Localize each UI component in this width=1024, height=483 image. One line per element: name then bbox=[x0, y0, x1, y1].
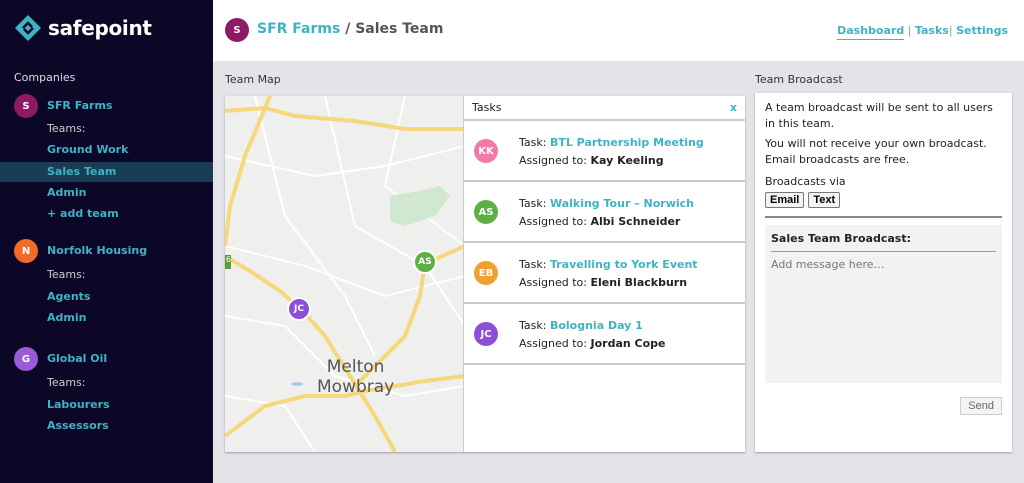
company-name[interactable]: SFR Farms bbox=[47, 99, 112, 112]
task-label: Task: bbox=[519, 258, 550, 271]
assignee-avatar: EB bbox=[474, 261, 498, 285]
company-avatar: S bbox=[225, 18, 249, 42]
company-name[interactable]: Global Oil bbox=[47, 352, 107, 365]
message-input[interactable] bbox=[771, 257, 996, 273]
town-label: MeltonMowbray bbox=[317, 357, 394, 397]
task-item[interactable]: JC Task: Bolognia Day 1 Assigned to: Jor… bbox=[464, 304, 745, 365]
breadcrumb-team: Sales Team bbox=[355, 21, 443, 37]
task-title-link[interactable]: Bolognia Day 1 bbox=[550, 319, 643, 332]
nav-separator: | bbox=[908, 24, 912, 37]
assigned-label: Assigned to: bbox=[519, 154, 591, 167]
sidebar: safepoint Companies S SFR Farms Teams: G… bbox=[0, 0, 213, 483]
road-number-badge: 6 bbox=[225, 255, 231, 269]
assigned-label: Assigned to: bbox=[519, 276, 591, 289]
town-label-line2: Mowbray bbox=[317, 377, 394, 397]
task-title-link[interactable]: Travelling to York Event bbox=[550, 258, 698, 271]
sidebar-item-agents[interactable]: Agents bbox=[0, 287, 213, 307]
assignee-avatar: KK bbox=[474, 139, 498, 163]
team-map-heading: Team Map bbox=[225, 73, 281, 86]
message-box: Sales Team Broadcast: bbox=[765, 225, 1002, 383]
breadcrumb-company-link[interactable]: SFR Farms bbox=[257, 21, 340, 37]
assignee-avatar: JC bbox=[474, 322, 498, 346]
teams-label: Teams: bbox=[0, 373, 213, 393]
assignee-name: Albi Schneider bbox=[591, 215, 681, 228]
company-avatar: G bbox=[14, 347, 38, 371]
top-nav: Dashboard | Tasks| Settings bbox=[837, 24, 1008, 37]
broadcast-via-label: Broadcasts via bbox=[765, 174, 1002, 190]
close-icon[interactable]: x bbox=[730, 101, 737, 114]
broadcast-info: You will not receive your own broadcast. bbox=[765, 136, 1002, 152]
email-button[interactable]: Email bbox=[765, 192, 804, 208]
message-box-title: Sales Team Broadcast: bbox=[771, 231, 996, 252]
sidebar-item-sales-team[interactable]: Sales Team bbox=[0, 162, 213, 182]
tasks-panel: Tasks x KK Task: BTL Partnership Meeting … bbox=[463, 96, 745, 452]
breadcrumb-separator: / bbox=[340, 21, 355, 37]
sidebar-item-admin[interactable]: Admin bbox=[0, 183, 213, 203]
nav-dashboard[interactable]: Dashboard bbox=[837, 24, 904, 40]
sidebar-item-admin[interactable]: Admin bbox=[0, 308, 213, 328]
assigned-label: Assigned to: bbox=[519, 337, 591, 350]
task-label: Task: bbox=[519, 136, 550, 149]
breadcrumb: SFR Farms / Sales Team bbox=[257, 21, 443, 37]
map-marker-jc[interactable]: JC bbox=[287, 297, 311, 321]
task-title-link[interactable]: Walking Tour – Norwich bbox=[550, 197, 694, 210]
company-avatar: S bbox=[14, 94, 38, 118]
task-item[interactable]: EB Task: Travelling to York Event Assign… bbox=[464, 243, 745, 304]
header: S SFR Farms / Sales Team Dashboard | Tas… bbox=[213, 0, 1024, 61]
send-button[interactable]: Send bbox=[960, 397, 1002, 415]
task-item[interactable]: AS Task: Walking Tour – Norwich Assigned… bbox=[464, 182, 745, 243]
assigned-label: Assigned to: bbox=[519, 215, 591, 228]
divider bbox=[765, 216, 1002, 218]
broadcast-info: A team broadcast will be sent to all use… bbox=[765, 100, 1002, 132]
sidebar-item-labourers[interactable]: Labourers bbox=[0, 395, 213, 415]
nav-separator: | bbox=[949, 24, 953, 37]
text-button[interactable]: Text bbox=[808, 192, 840, 208]
sidebar-item-assessors[interactable]: Assessors bbox=[0, 416, 213, 436]
map-marker-as[interactable]: AS bbox=[413, 250, 437, 274]
safepoint-logo-icon bbox=[14, 14, 42, 42]
logo[interactable]: safepoint bbox=[14, 14, 152, 42]
nav-settings[interactable]: Settings bbox=[956, 24, 1008, 37]
company-name[interactable]: Norfolk Housing bbox=[47, 244, 147, 257]
town-label-line1: Melton bbox=[317, 357, 394, 377]
team-broadcast-heading: Team Broadcast bbox=[755, 73, 843, 86]
assignee-name: Kay Keeling bbox=[591, 154, 664, 167]
assignee-avatar: AS bbox=[474, 200, 498, 224]
assignee-name: Eleni Blackburn bbox=[591, 276, 688, 289]
teams-label: Teams: bbox=[0, 265, 213, 285]
broadcast-panel: A team broadcast will be sent to all use… bbox=[755, 93, 1012, 452]
assignee-name: Jordan Cope bbox=[591, 337, 666, 350]
task-label: Task: bbox=[519, 197, 550, 210]
tasks-title: Tasks bbox=[472, 101, 501, 114]
task-label: Task: bbox=[519, 319, 550, 332]
brand-name: safepoint bbox=[48, 16, 152, 40]
task-item[interactable]: KK Task: BTL Partnership Meeting Assigne… bbox=[464, 121, 745, 182]
task-title-link[interactable]: BTL Partnership Meeting bbox=[550, 136, 704, 149]
companies-heading: Companies bbox=[14, 71, 75, 84]
broadcast-info: Email broadcasts are free. bbox=[765, 152, 1002, 168]
teams-label: Teams: bbox=[0, 119, 213, 139]
sidebar-item-ground-work[interactable]: Ground Work bbox=[0, 140, 213, 160]
add-team-link[interactable]: + add team bbox=[0, 204, 213, 224]
company-avatar: N bbox=[14, 239, 38, 263]
nav-tasks[interactable]: Tasks bbox=[915, 24, 949, 37]
